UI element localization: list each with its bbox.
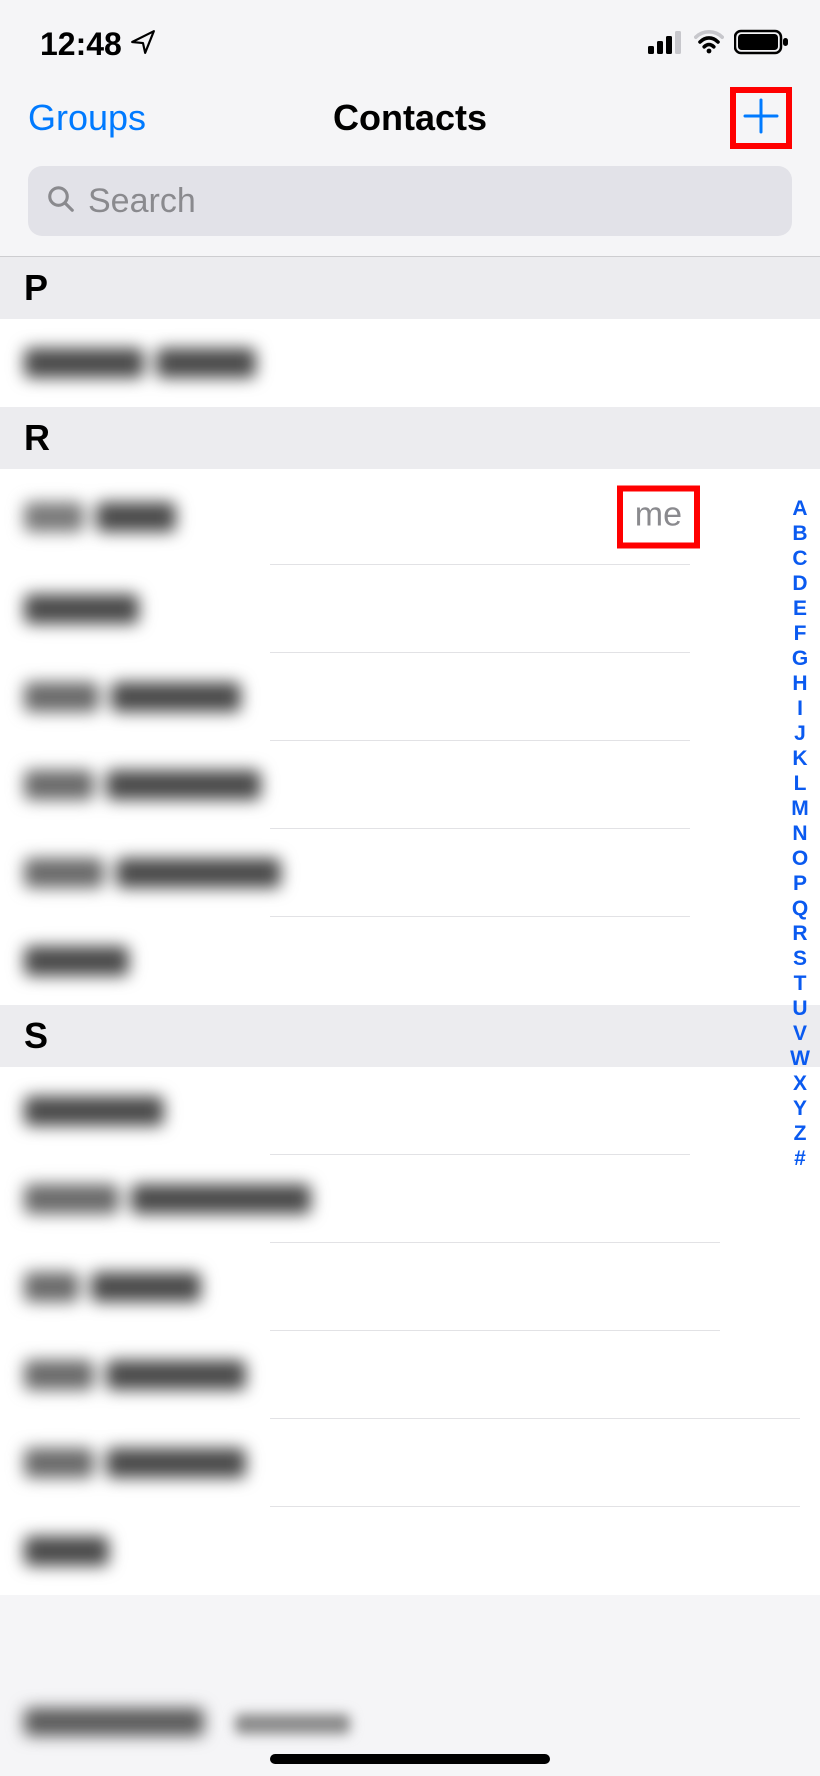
- contact-name-blurred: [24, 502, 176, 532]
- contact-name-blurred: [24, 1536, 109, 1566]
- section-header-r: R: [0, 407, 820, 469]
- contact-row-me[interactable]: me: [0, 469, 820, 565]
- index-letter[interactable]: K: [792, 746, 807, 771]
- plus-icon: [741, 96, 781, 141]
- location-arrow-icon: [130, 26, 156, 63]
- contact-row[interactable]: [0, 829, 820, 917]
- index-letter[interactable]: Q: [792, 896, 808, 921]
- contact-row[interactable]: [0, 565, 820, 653]
- index-strip[interactable]: A B C D E F G H I J K L M N O P Q R S T …: [788, 496, 812, 1171]
- nav-bar: Groups Contacts: [0, 78, 820, 158]
- wifi-icon: [694, 30, 724, 59]
- contact-row[interactable]: [0, 1155, 820, 1243]
- cellular-signal-icon: [648, 30, 684, 59]
- index-letter[interactable]: N: [792, 821, 807, 846]
- status-bar: 12:48: [0, 0, 820, 78]
- contact-name-blurred: [24, 1360, 246, 1390]
- home-indicator[interactable]: [270, 1754, 550, 1764]
- contact-name-blurred: [24, 1272, 201, 1302]
- index-letter[interactable]: P: [793, 871, 807, 896]
- index-letter[interactable]: R: [792, 921, 807, 946]
- index-letter[interactable]: F: [794, 621, 807, 646]
- contact-row[interactable]: [0, 1243, 820, 1331]
- section-header-p: P: [0, 257, 820, 319]
- index-letter[interactable]: X: [793, 1071, 807, 1096]
- search-icon: [46, 184, 76, 219]
- contact-name-blurred: [24, 1184, 311, 1214]
- index-letter[interactable]: E: [793, 596, 807, 621]
- index-letter[interactable]: Z: [794, 1121, 807, 1146]
- contact-name-blurred: [24, 1448, 246, 1478]
- contact-name-blurred: [24, 1096, 164, 1126]
- contact-row[interactable]: [0, 1507, 820, 1595]
- battery-icon: [734, 29, 790, 60]
- add-contact-button[interactable]: [730, 87, 792, 149]
- contact-row[interactable]: [0, 917, 820, 1005]
- contact-row[interactable]: [0, 1419, 820, 1507]
- search-input[interactable]: Search: [28, 166, 792, 236]
- index-letter[interactable]: Y: [793, 1096, 807, 1121]
- index-letter[interactable]: I: [797, 696, 803, 721]
- contact-name-blurred: [24, 682, 241, 712]
- contact-row[interactable]: [0, 1067, 820, 1155]
- contact-name-blurred: [24, 770, 261, 800]
- index-letter[interactable]: W: [790, 1046, 810, 1071]
- index-letter[interactable]: C: [792, 546, 807, 571]
- contact-name-blurred: [24, 594, 139, 624]
- index-letter[interactable]: V: [793, 1021, 807, 1046]
- index-letter[interactable]: A: [792, 496, 807, 521]
- contact-subtext-blurred: [235, 1714, 350, 1734]
- contact-name-blurred: [24, 348, 256, 378]
- index-letter[interactable]: B: [792, 521, 807, 546]
- search-container: Search: [0, 158, 820, 256]
- index-letter[interactable]: T: [794, 971, 807, 996]
- status-left: 12:48: [40, 26, 156, 63]
- contact-name-blurred: [24, 858, 281, 888]
- index-letter[interactable]: G: [792, 646, 808, 671]
- contact-name-blurred: [24, 946, 129, 976]
- section-header-s: S: [0, 1005, 820, 1067]
- index-letter[interactable]: #: [794, 1146, 806, 1171]
- groups-button[interactable]: Groups: [28, 97, 146, 139]
- index-letter[interactable]: M: [791, 796, 809, 821]
- index-letter[interactable]: J: [794, 721, 806, 746]
- index-letter[interactable]: D: [792, 571, 807, 596]
- contact-row[interactable]: [0, 1331, 820, 1419]
- index-letter[interactable]: O: [792, 846, 808, 871]
- index-letter[interactable]: H: [792, 671, 807, 696]
- status-time: 12:48: [40, 26, 122, 63]
- index-letter[interactable]: U: [792, 996, 807, 1021]
- contact-row[interactable]: [0, 741, 820, 829]
- index-letter[interactable]: L: [794, 771, 807, 796]
- index-letter[interactable]: S: [793, 946, 807, 971]
- contact-name-blurred: [24, 1708, 204, 1736]
- status-right: [648, 29, 790, 60]
- contact-row[interactable]: [0, 653, 820, 741]
- search-placeholder: Search: [88, 182, 196, 221]
- me-badge: me: [617, 486, 700, 549]
- contact-row[interactable]: [0, 319, 820, 407]
